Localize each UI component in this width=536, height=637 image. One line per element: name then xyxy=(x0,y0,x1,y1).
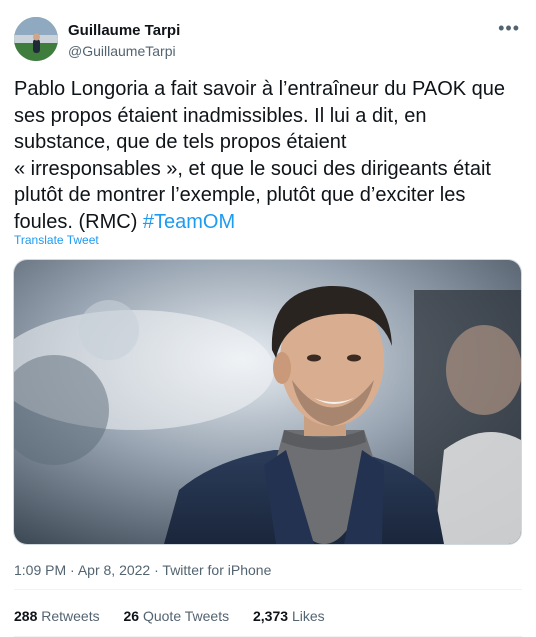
retweets-label: Retweets xyxy=(41,608,100,624)
tweet-card: Guillaume Tarpi @GuillaumeTarpi ••• Pabl… xyxy=(0,0,536,637)
quote-tweets-count: 26 xyxy=(123,608,140,624)
tweet-meta: 1:09 PM · Apr 8, 2022 · Twitter for iPho… xyxy=(14,562,271,578)
more-options-icon[interactable]: ••• xyxy=(498,19,520,37)
tweet-photo[interactable] xyxy=(13,259,522,545)
hashtag-link[interactable]: #TeamOM xyxy=(143,211,235,233)
divider xyxy=(14,589,522,590)
retweets-count: 288 xyxy=(14,608,38,624)
likes-label: Likes xyxy=(291,608,325,624)
author-display-name[interactable]: Guillaume Tarpi xyxy=(68,22,180,40)
quote-tweets-stat[interactable]: 26 Quote Tweets xyxy=(124,608,230,624)
tweet-stats: 288 Retweets 26 Quote Tweets 2,373 Likes xyxy=(14,608,345,624)
likes-count: 2,373 xyxy=(253,608,289,624)
meta-separator: · xyxy=(70,562,75,578)
author-info: Guillaume Tarpi @GuillaumeTarpi xyxy=(68,22,180,60)
tweet-date[interactable]: Apr 8, 2022 xyxy=(78,562,150,578)
tweet-time[interactable]: 1:09 PM xyxy=(14,562,66,578)
retweets-stat[interactable]: 288 Retweets xyxy=(14,608,100,624)
tweet-text: Pablo Longoria a fait savoir à l’entraîn… xyxy=(14,76,524,235)
tweet-body: Pablo Longoria a fait savoir à l’entraîn… xyxy=(14,78,506,233)
quote-tweets-label: Quote Tweets xyxy=(142,608,230,624)
tweet-source[interactable]: Twitter for iPhone xyxy=(162,562,271,578)
author-avatar[interactable] xyxy=(14,17,58,61)
meta-separator: · xyxy=(154,562,159,578)
likes-stat[interactable]: 2,373 Likes xyxy=(253,608,325,624)
author-handle[interactable]: @GuillaumeTarpi xyxy=(68,42,180,60)
translate-tweet-link[interactable]: Translate Tweet xyxy=(14,233,99,247)
